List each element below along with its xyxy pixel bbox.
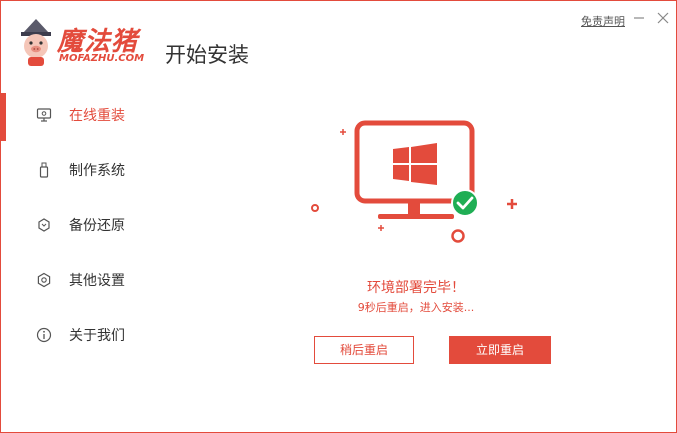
sidebar-item-online-reinstall[interactable]: 在线重装	[1, 92, 161, 141]
logo-domain: MOFAZHU.COM	[59, 53, 145, 64]
check-badge-icon	[451, 189, 479, 217]
restart-later-button[interactable]: 稍后重启	[314, 336, 414, 364]
sidebar-item-label: 在线重装	[69, 108, 125, 124]
sidebar-item-about-us[interactable]: 关于我们	[1, 312, 161, 358]
sparkle-plus-icon	[340, 129, 346, 135]
monitor-icon	[36, 108, 52, 122]
backup-icon	[38, 218, 50, 232]
minimize-icon[interactable]	[632, 11, 646, 25]
restart-now-button[interactable]: 立即重启	[449, 336, 551, 364]
sidebar-item-label: 制作系统	[69, 163, 125, 179]
install-complete-illustration	[311, 120, 517, 243]
logo: 魔法猪 MOFAZHU.COM	[15, 15, 155, 71]
close-icon[interactable]	[656, 11, 670, 25]
installer-window: 魔法猪 MOFAZHU.COM 开始安装 免责声明 在线重装 制作系统 备份还原…	[0, 0, 677, 433]
usb-icon	[39, 162, 49, 178]
sidebar: 在线重装 制作系统 备份还原 其他设置 关于我们	[1, 89, 161, 389]
pig-mascot-icon	[21, 19, 51, 66]
sparkle-plus-icon	[378, 225, 384, 231]
windows-logo-icon	[393, 143, 437, 185]
page-title: 开始安装	[165, 43, 249, 67]
sparkle-plus-icon	[507, 199, 517, 209]
sidebar-item-label: 关于我们	[69, 328, 125, 344]
active-indicator	[1, 93, 6, 141]
gear-icon	[37, 272, 51, 288]
sparkle-circle-icon	[451, 229, 465, 243]
sidebar-item-backup-restore[interactable]: 备份还原	[1, 202, 161, 248]
header: 魔法猪 MOFAZHU.COM 开始安装 免责声明	[1, 1, 676, 83]
sidebar-item-make-system[interactable]: 制作系统	[1, 147, 161, 193]
sidebar-item-other-settings[interactable]: 其他设置	[1, 257, 161, 303]
sidebar-item-label: 备份还原	[69, 218, 125, 234]
sidebar-item-label: 其他设置	[69, 273, 125, 289]
restart-countdown: 9秒后重启，进入安装...	[357, 301, 475, 314]
disclaimer-link[interactable]: 免责声明	[581, 13, 625, 29]
info-icon	[36, 327, 52, 343]
sparkle-circle-icon	[311, 204, 319, 212]
status-title: 环境部署完毕！	[367, 280, 465, 296]
